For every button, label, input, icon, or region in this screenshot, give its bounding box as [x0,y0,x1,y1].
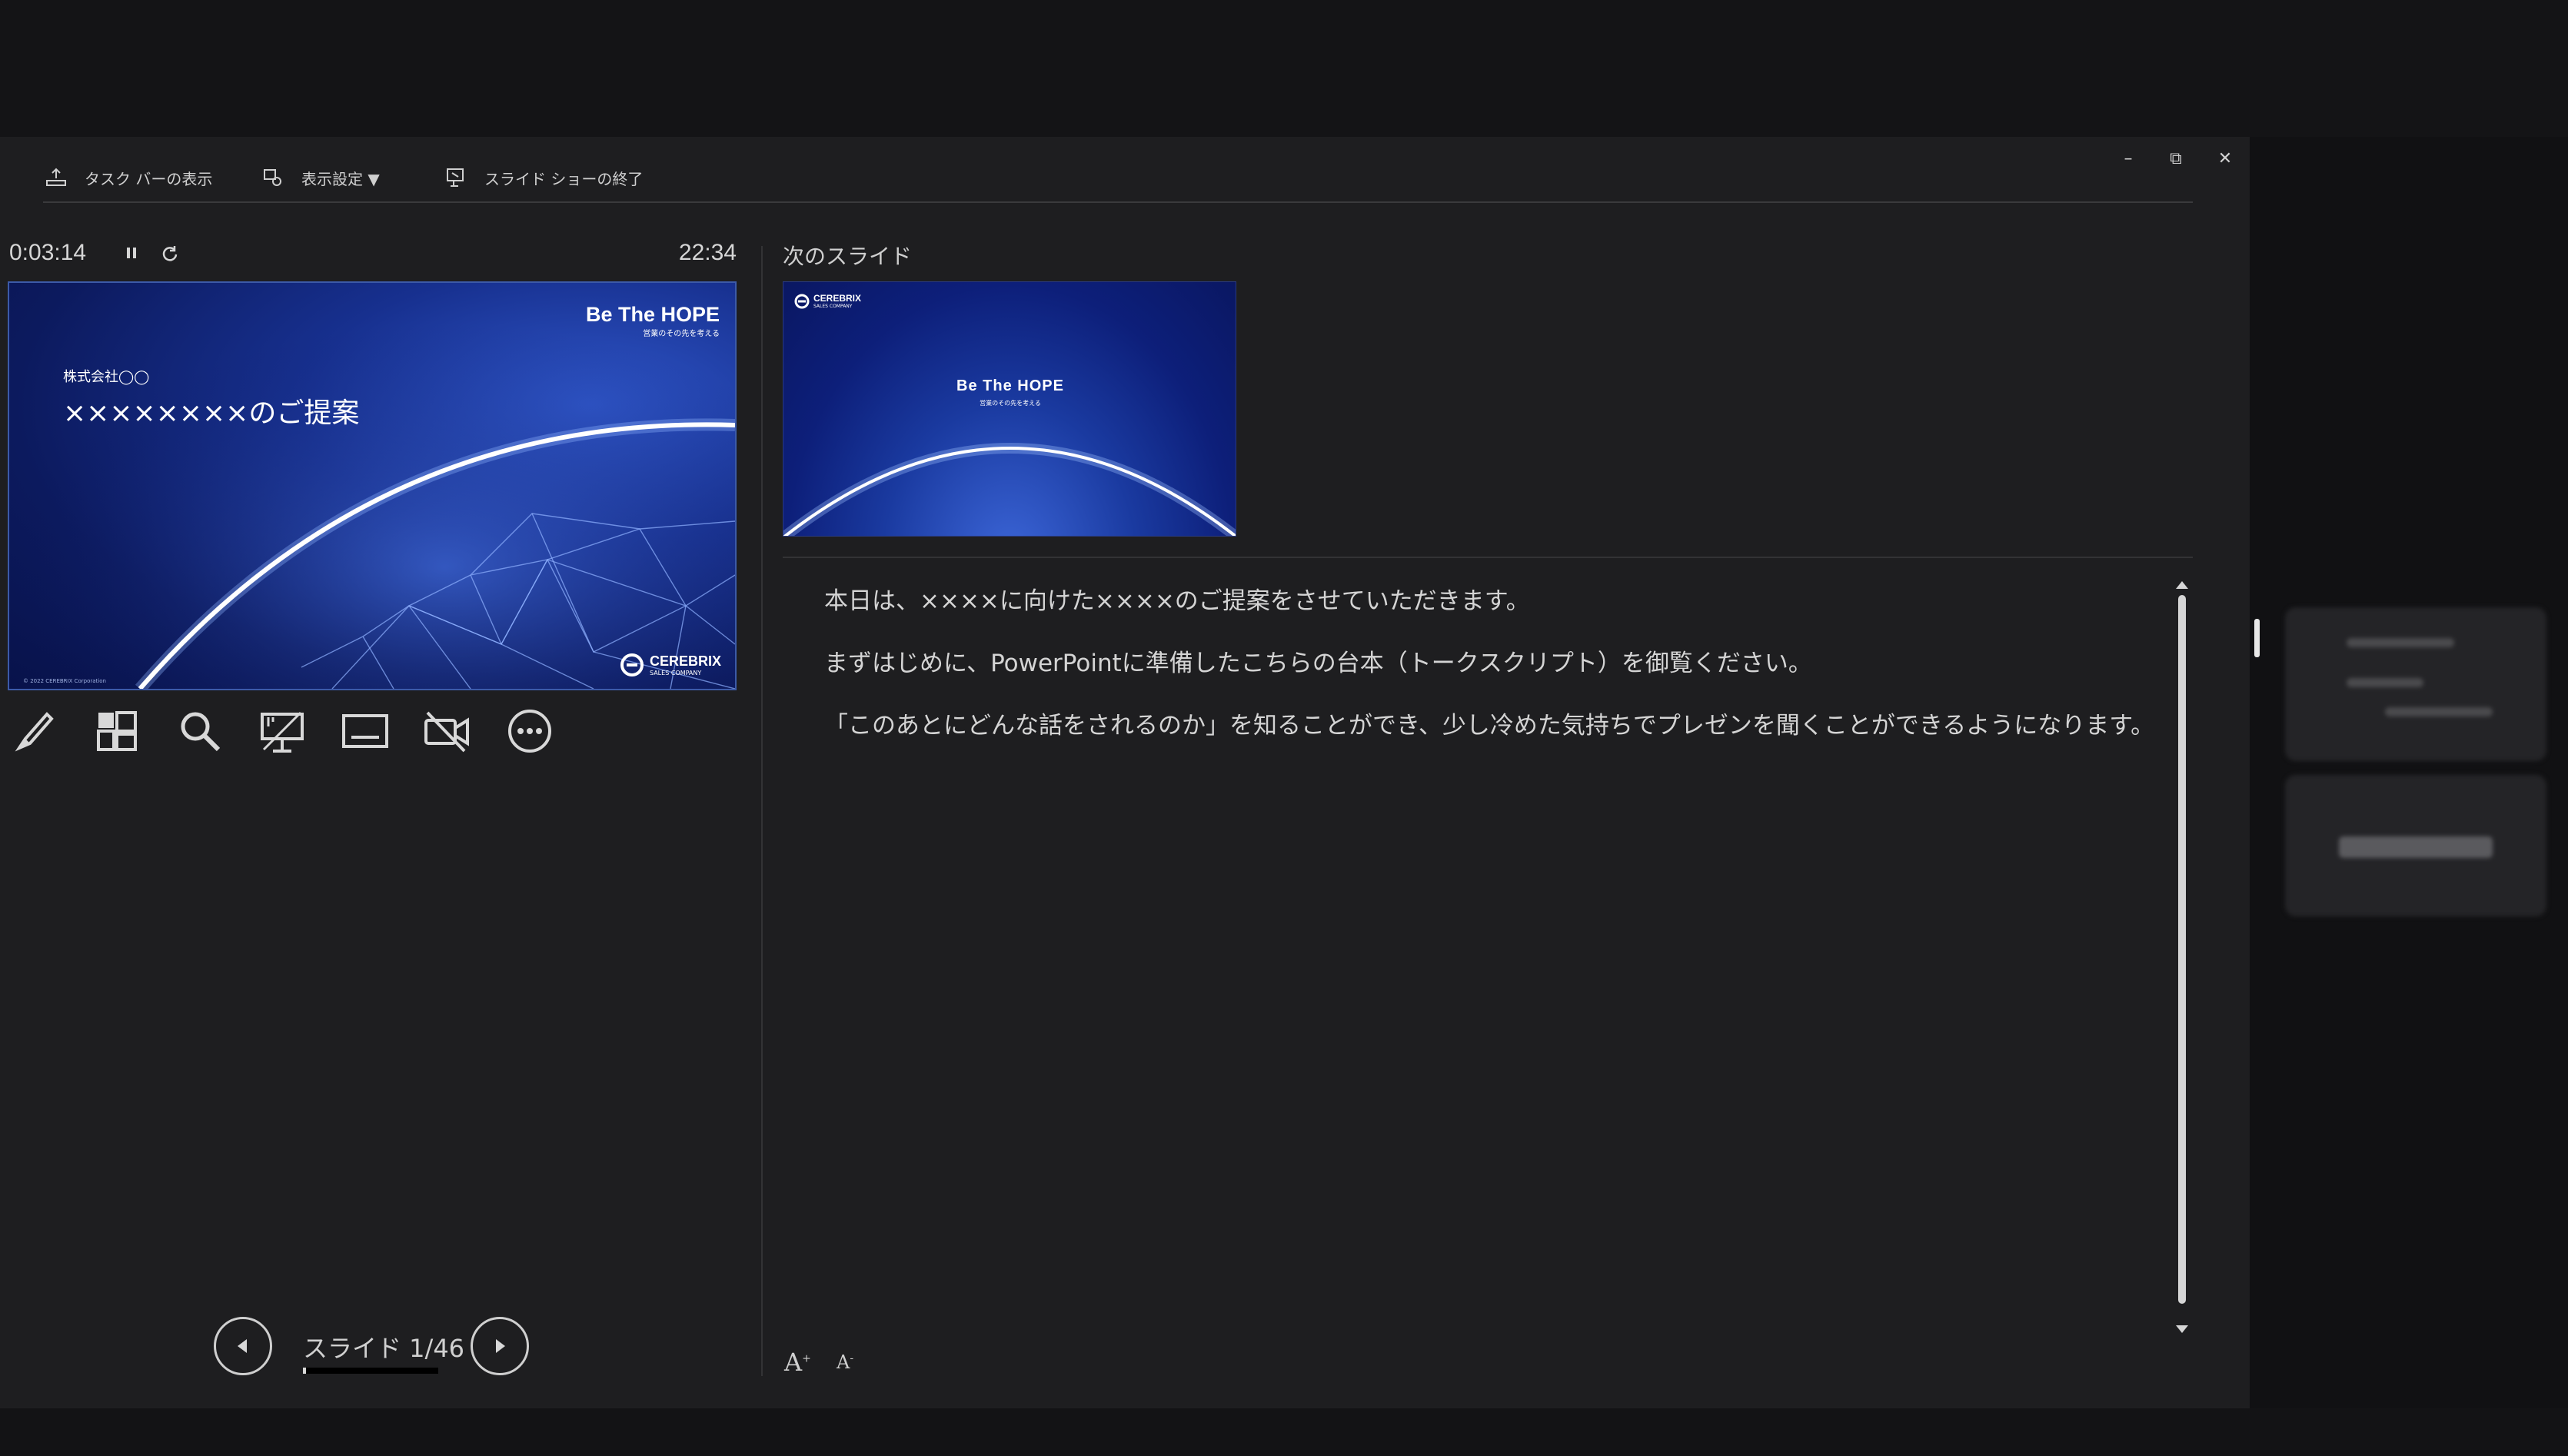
increase-font-icon: A [784,1348,803,1377]
next-slide-label: 次のスライド [783,244,913,269]
blurred-card-1 [2285,607,2546,761]
see-all-slides-button[interactable] [90,704,144,758]
next-slide-title: Be The HOPE [956,377,1064,394]
slide-progress-bar [303,1368,438,1374]
desktop-top-area [0,0,2568,137]
slides-grid-icon [97,711,137,751]
decrease-font-button[interactable]: A- [837,1351,853,1373]
slide-counter: スライド 1/46 [303,1334,465,1363]
camera-toggle-button[interactable] [421,704,474,758]
end-slideshow-icon [447,168,464,187]
reset-timer-button[interactable] [158,241,181,264]
slide-title: ××××××××のご提案 [63,397,360,429]
more-options-button[interactable] [503,704,557,758]
scroll-thumb[interactable] [2178,595,2186,1304]
next-slide-button[interactable] [471,1317,529,1375]
subtitles-button[interactable] [338,704,392,758]
more-icon [508,710,551,753]
minimize-icon: – [2124,148,2133,168]
slide-brand: CEREBRIX SALES COMPANY [620,653,721,676]
decrease-font-icon: A [837,1351,850,1373]
toolbar-divider [43,201,2193,203]
camera-off-icon [424,711,469,753]
slide-logo: Be The HOPE 営業のその先を考える [586,303,720,338]
slide-progress-fill [303,1368,306,1374]
pause-timer-button[interactable] [120,241,143,264]
pen-tool-button[interactable] [8,704,62,758]
logo-subtext: 営業のその先を考える [643,330,720,338]
logo-text: Be The HOPE [585,303,720,326]
show-taskbar-button[interactable]: タスク バーの表示 [45,161,212,194]
show-taskbar-label: タスク バーの表示 [85,169,213,188]
notes-divider[interactable] [783,557,2193,558]
brand-subname: SALES COMPANY [649,670,702,676]
current-slide-preview[interactable]: Be The HOPE 営業のその先を考える 株式会社◯◯ ××××××××のご… [8,281,737,690]
notes-line-1: 本日は、××××に向けた××××のご提案をさせていただきます。 [824,587,1530,615]
reset-icon [162,246,178,261]
current-time: 22:34 [678,240,737,265]
close-button[interactable]: ✕ [2210,143,2240,174]
subtitles-icon [342,714,388,748]
zoom-button[interactable] [173,704,227,758]
pane-divider[interactable] [761,246,763,1376]
blurred-card-2 [2285,775,2546,916]
notes-scrollbar[interactable] [2173,578,2191,1336]
scroll-up-icon[interactable] [2173,578,2191,593]
pause-icon [127,248,136,258]
restore-button[interactable]: ⧉ [2161,143,2191,174]
next-slide-brand: CEREBRIX SALES COMPANY [794,293,861,309]
display-settings-icon [264,169,281,186]
next-brand-logo-icon [794,294,810,308]
next-brand-subname: SALES COMPANY [813,304,853,309]
presenter-view-window: タスク バーの表示 表示設定 ▼ スライド ショーの終了 – ⧉ ✕ 0:03:… [0,137,2250,1408]
previous-arrow-icon [238,1339,247,1353]
pen-icon [15,712,54,752]
slide-copyright: © 2022 CEREBRIX Corporation [23,678,106,684]
window-edge-handle[interactable] [2254,619,2260,657]
brand-logo-icon [620,653,644,676]
pointer-icon [261,711,304,753]
slide-navigation: スライド 1/46 [214,1317,537,1386]
speaker-notes[interactable]: 本日は、××××に向けた××××のご提案をさせていただきます。 まずはじめに、P… [824,570,2155,757]
slide-background-art [9,283,735,689]
display-settings-button[interactable]: 表示設定 ▼ [261,161,380,194]
next-brand-name: CEREBRIX [813,293,862,304]
zoom-icon [181,712,221,752]
elapsed-timer: 0:03:14 [9,240,87,265]
black-screen-button[interactable] [255,704,309,758]
next-slide-subtitle: 営業のその先を考える [980,400,1041,407]
next-slide-art [783,443,1236,536]
notes-line-2: まずはじめに、PowerPointに準備したこちらの台本（トークスクリプト）を御… [824,650,1812,677]
brand-name: CEREBRIX [649,653,721,669]
desktop-bottom-area [0,1408,2568,1456]
increase-font-button[interactable]: A+ [784,1348,811,1377]
taskbar-icon [46,168,66,186]
minimize-button[interactable]: – [2113,143,2144,174]
notes-line-3: 「このあとにどんな話をされるのか」を知ることができ、少し冷めた気持ちでプレゼンを… [824,712,2155,740]
close-icon: ✕ [2217,148,2233,168]
previous-slide-button[interactable] [214,1317,272,1375]
scroll-down-icon[interactable] [2173,1321,2191,1336]
next-slide-preview[interactable]: CEREBRIX SALES COMPANY Be The HOPE 営業のその… [783,281,1236,537]
slide-company: 株式会社◯◯ [63,369,150,385]
next-arrow-icon [496,1339,505,1353]
display-settings-label: 表示設定 ▼ [301,169,380,188]
restore-icon: ⧉ [2170,148,2182,168]
end-slideshow-label: スライド ショーの終了 [484,169,644,188]
end-slideshow-button[interactable]: スライド ショーの終了 [444,161,643,194]
